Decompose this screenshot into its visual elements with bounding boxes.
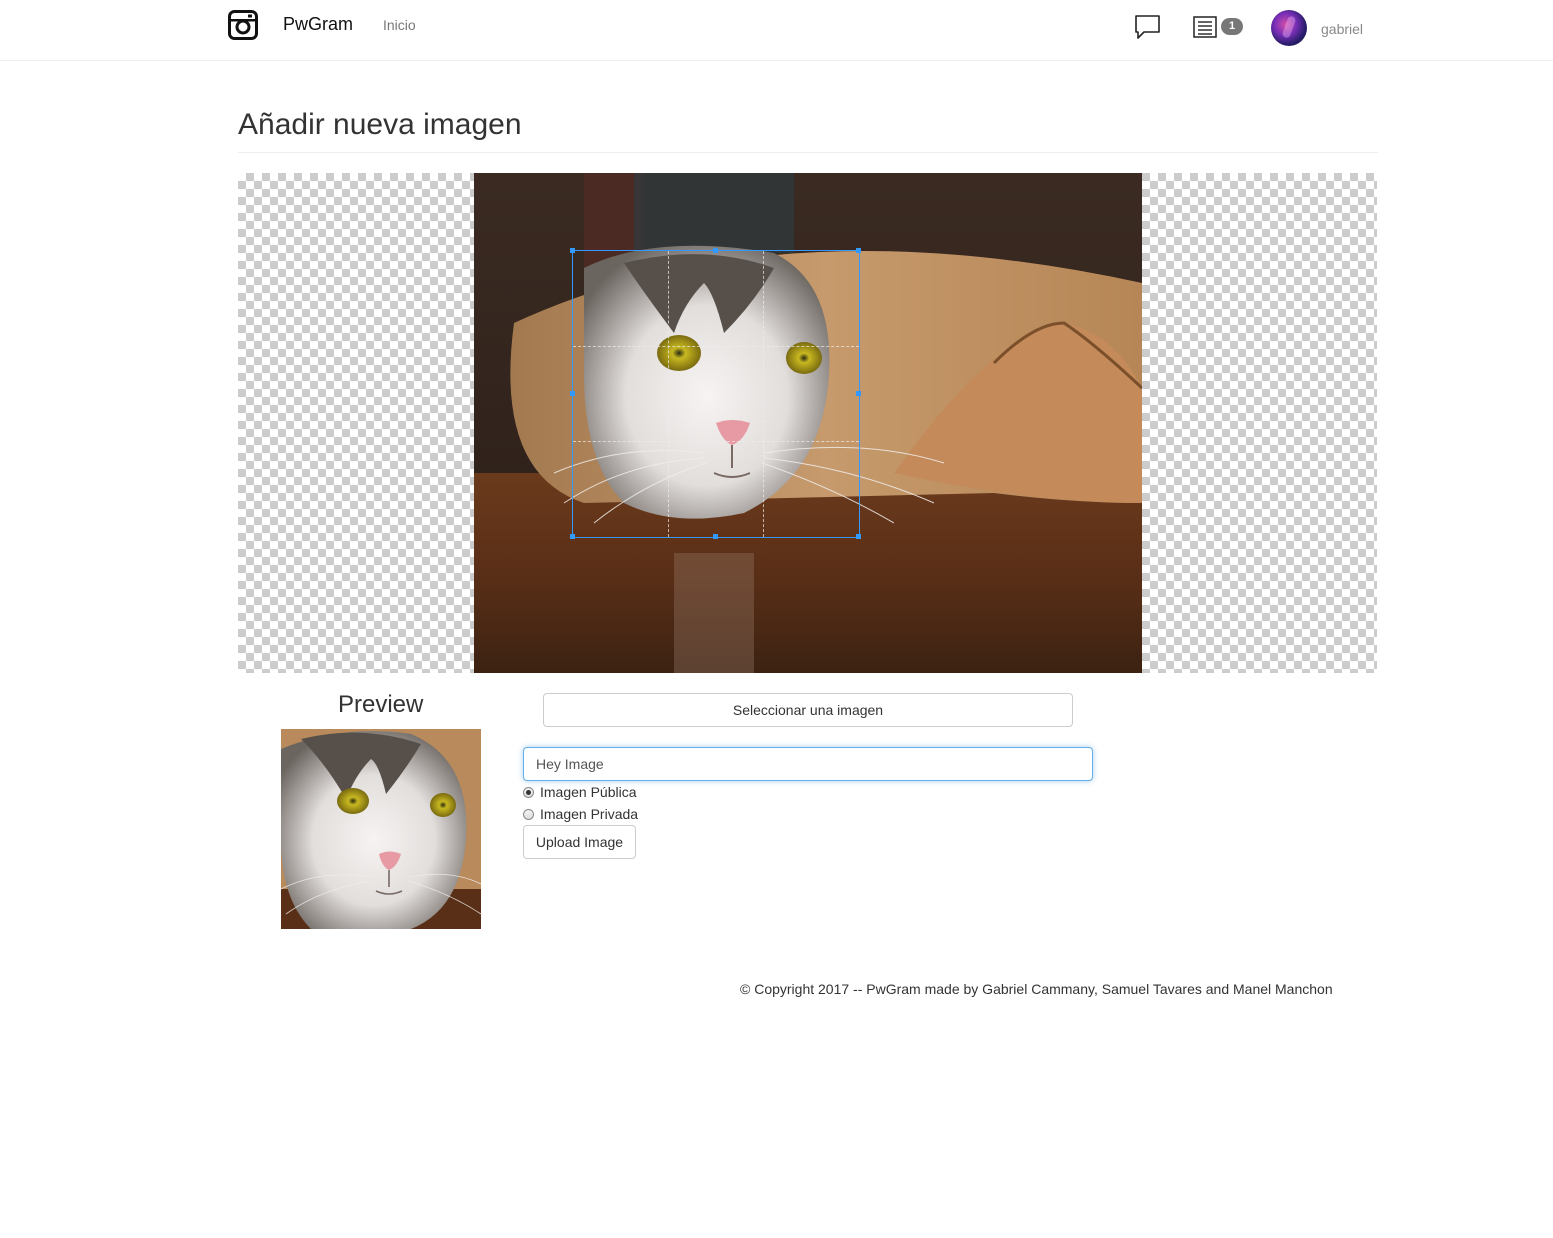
nav-link-inicio[interactable]: Inicio	[383, 17, 416, 33]
avatar[interactable]	[1271, 10, 1307, 46]
upload-image-button[interactable]: Upload Image	[523, 825, 636, 859]
image-title-input[interactable]	[523, 747, 1093, 781]
preview-image	[281, 729, 481, 929]
visibility-private-option[interactable]: Imagen Privada	[523, 806, 653, 824]
crop-guide	[573, 441, 859, 442]
crop-handle-ne[interactable]	[856, 248, 861, 253]
crop-selection[interactable]	[570, 248, 861, 539]
crop-handle-e[interactable]	[856, 391, 861, 396]
crop-handle-w[interactable]	[570, 391, 575, 396]
image-cropper[interactable]	[238, 173, 1377, 673]
crop-guide	[668, 251, 669, 537]
crop-handle-se[interactable]	[856, 534, 861, 539]
navbar: PwGram Inicio 1 gabriel	[0, 0, 1553, 61]
username-link[interactable]: gabriel	[1321, 21, 1363, 37]
crop-handle-n[interactable]	[713, 248, 718, 253]
radio-private[interactable]	[523, 809, 534, 820]
crop-guide	[763, 251, 764, 537]
preview-title: Preview	[338, 691, 424, 718]
divider	[238, 152, 1378, 153]
footer-copyright: © Copyright 2017 -- PwGram made by Gabri…	[740, 981, 1333, 997]
radio-label: Imagen Privada	[540, 806, 639, 822]
list-icon	[1193, 16, 1217, 38]
crop-guide	[573, 346, 859, 347]
speech-bubble-icon[interactable]	[1134, 14, 1161, 41]
page-title: Añadir nueva imagen	[238, 108, 522, 141]
select-image-button[interactable]: Seleccionar una imagen	[543, 693, 1073, 727]
radio-label: Imagen Pública	[540, 784, 637, 800]
crop-handle-nw[interactable]	[570, 248, 575, 253]
visibility-public-option[interactable]: Imagen Pública	[523, 784, 653, 802]
radio-public[interactable]	[523, 787, 534, 798]
crop-handle-s[interactable]	[713, 534, 718, 539]
instagram-camera-icon[interactable]	[228, 10, 258, 40]
notification-badge: 1	[1221, 18, 1243, 35]
notifications-button[interactable]: 1	[1193, 16, 1245, 40]
crop-handle-sw[interactable]	[570, 534, 575, 539]
brand-name[interactable]: PwGram	[283, 14, 353, 35]
